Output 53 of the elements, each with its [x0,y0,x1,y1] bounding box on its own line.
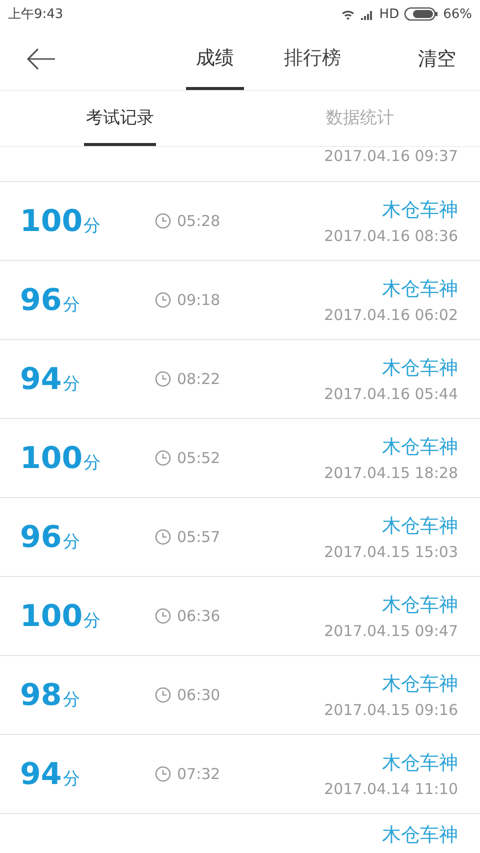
clock-icon [155,213,171,229]
record-date: 2017.04.16 06:02 [324,306,458,324]
user-name: 木仓车神 [382,356,458,381]
record-date: 2017.04.16 08:36 [324,227,458,245]
battery-icon [404,7,438,21]
clock-icon [155,687,171,703]
score-value: 94分 [20,362,81,396]
duration-text: 06:36 [177,607,220,625]
user-name: 木仓车神 [382,593,458,618]
duration-text: 08:22 [177,370,220,388]
user-name: 木仓车神 [382,198,458,223]
record-date: 2017.04.15 09:47 [324,622,458,640]
user-name: 木仓车神 [382,672,458,697]
user-name: 木仓车神 [382,823,458,848]
score-value: 96分 [20,282,81,318]
header-tab[interactable]: 排行榜 [274,28,351,90]
signal-icon [360,8,374,20]
clock-icon [155,292,171,308]
duration-text: 05:52 [177,449,220,467]
clock-icon [155,766,171,782]
score-value: 98分 [20,678,81,712]
user-name: 木仓车神 [382,514,458,539]
duration-text: 05:28 [177,212,220,230]
battery-percent: 66% [443,6,472,22]
user-name: 木仓车神 [382,435,458,460]
duration-text: 09:18 [177,291,220,309]
record-date: 2017.04.15 18:28 [324,464,458,482]
record-date: 2017.04.16 09:37 [324,147,458,165]
duration-text: 05:57 [177,528,220,546]
header-tab[interactable]: 成绩 [186,28,244,90]
record-date: 2017.04.15 09:16 [324,701,458,719]
record-date: 2017.04.15 15:03 [324,543,458,561]
score-value: 94分 [20,756,81,792]
status-time: 上午9:43 [8,6,64,23]
score-value: 100分 [20,204,102,238]
clock-icon [155,529,171,545]
back-arrow-icon[interactable] [26,48,56,70]
clock-icon [155,371,171,387]
network-label: HD [379,6,400,22]
record-date: 2017.04.14 11:10 [324,780,458,798]
score-value: 96分 [20,520,81,554]
clear-button[interactable]: 清空 [418,46,456,72]
duration-text: 07:32 [177,765,220,783]
wifi-icon [341,8,356,20]
record-date: 2017.04.16 05:44 [324,385,458,403]
duration-text: 06:30 [177,686,220,704]
sub-tab[interactable]: 考试记录 [84,91,156,146]
user-name: 木仓车神 [382,277,458,302]
score-value: 100分 [20,440,102,476]
clock-icon [155,450,171,466]
score-value: 100分 [20,598,102,634]
clock-icon [155,608,171,624]
user-name: 木仓车神 [382,751,458,776]
